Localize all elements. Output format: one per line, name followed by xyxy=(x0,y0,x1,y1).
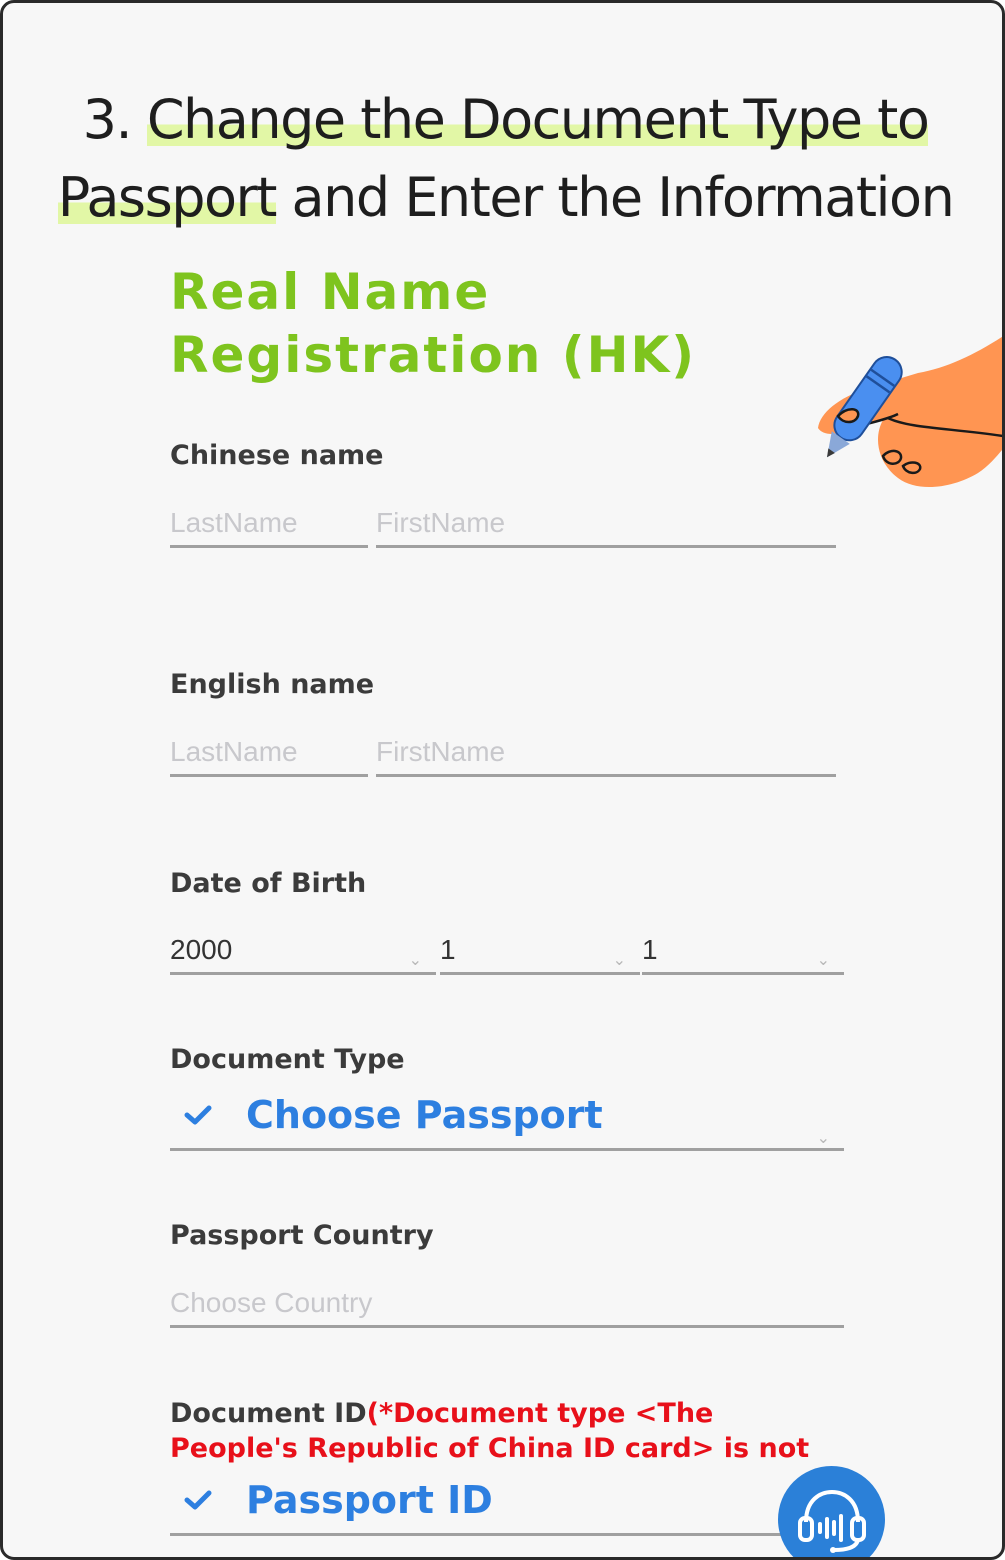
birth-year-select[interactable]: 2000 ⌄ xyxy=(170,927,436,975)
document-id-callout: Passport ID xyxy=(170,1471,531,1529)
document-id-label-text: Document ID xyxy=(170,1398,367,1429)
document-id-callout-text: Passport ID xyxy=(246,1478,493,1522)
document-type-callout-text: Choose Passport xyxy=(246,1093,603,1137)
english-firstname-input[interactable]: FirstName xyxy=(376,729,836,777)
hand-with-pen-icon xyxy=(818,336,1002,488)
birth-month-select[interactable]: 1 ⌄ xyxy=(440,927,640,975)
check-icon xyxy=(170,1104,226,1126)
tutorial-card: 3. Change the Document Type to Passport … xyxy=(0,0,1005,1560)
chinese-name-label: Chinese name xyxy=(170,440,384,471)
chevron-down-icon: ⌄ xyxy=(612,950,626,969)
passport-country-select[interactable]: Choose Country xyxy=(170,1280,844,1328)
step-highlight-2: Passport xyxy=(57,166,277,229)
step-number: 3. xyxy=(82,88,147,151)
step-rest: and Enter the Information xyxy=(275,166,955,229)
step-highlight-1: Change the Document Type to xyxy=(146,88,930,151)
english-lastname-input[interactable]: LastName xyxy=(170,729,368,777)
document-type-callout: Choose Passport xyxy=(170,1086,641,1144)
birth-day-select[interactable]: 1 ⌄ xyxy=(642,927,844,975)
english-name-label: English name xyxy=(170,669,375,700)
chevron-down-icon: ⌄ xyxy=(816,950,830,969)
chevron-down-icon: ⌄ xyxy=(408,950,422,969)
customer-support-button[interactable] xyxy=(778,1466,885,1557)
date-of-birth-label: Date of Birth xyxy=(170,868,367,899)
step-headline: 3. Change the Document Type to Passport … xyxy=(3,81,1002,237)
passport-country-label: Passport Country xyxy=(170,1220,434,1251)
headset-support-icon xyxy=(797,1489,866,1553)
birth-day-value: 1 xyxy=(642,934,658,965)
chinese-firstname-input[interactable]: FirstName xyxy=(376,500,836,548)
chinese-lastname-input[interactable]: LastName xyxy=(170,500,368,548)
birth-month-value: 1 xyxy=(440,934,456,965)
chevron-down-icon: ⌄ xyxy=(816,1128,830,1147)
form-title: Real Name Registration (HK) xyxy=(170,263,697,384)
check-icon xyxy=(170,1489,226,1511)
document-type-label: Document Type xyxy=(170,1044,405,1075)
birth-year-value: 2000 xyxy=(170,934,233,965)
